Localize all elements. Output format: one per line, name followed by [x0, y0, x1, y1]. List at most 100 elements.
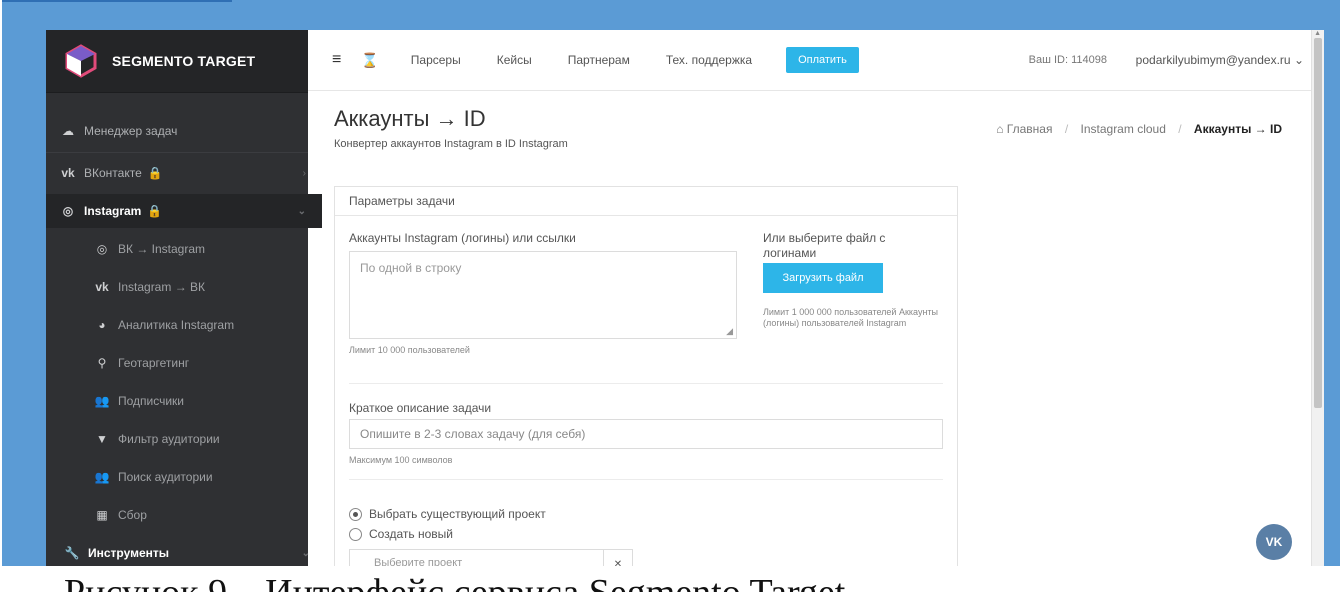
nav-link-partners[interactable]: Партнерам [568, 53, 630, 67]
nav-link-cases[interactable]: Кейсы [497, 53, 532, 67]
vk-chat-widget-button[interactable]: VK [1256, 524, 1292, 560]
instagram-icon: ◎ [96, 242, 108, 256]
sidebar-item-subscribers[interactable]: 👥 Подписчики [46, 384, 356, 418]
figure-caption: Рисунок 9 – Интерфейс сервиса Segmento T… [64, 568, 845, 592]
brand[interactable]: SEGMENTO TARGET [46, 30, 308, 93]
sidebar-item-instagram-to-vk[interactable]: vk Instagram → ВК [46, 270, 356, 304]
task-parameters-panel: Параметры задачи Аккаунты Instagram (лог… [334, 186, 958, 566]
sidebar-item-label: ВКонтакте [84, 166, 142, 180]
scroll-up-arrow-icon[interactable]: ▲ [1314, 30, 1321, 37]
accounts-hint: Лимит 10 000 пользователей [349, 345, 470, 355]
sidebar-item-instagram-analytics[interactable]: ◕ Аналитика Instagram [46, 308, 356, 342]
pay-button[interactable]: Оплатить [786, 47, 859, 73]
sidebar-item-label: Instagram [84, 204, 142, 218]
users-icon: 👥 [94, 470, 110, 484]
page-subtitle: Конвертер аккаунтов Instagram в ID Insta… [334, 138, 568, 150]
breadcrumb: ⌂ Главная / Instagram cloud / Аккаунты →… [996, 122, 1282, 136]
description-label: Краткое описание задачи [349, 401, 492, 415]
chevron-down-icon: ⌄ [301, 547, 310, 559]
description-input[interactable]: Опишите в 2-3 словах задачу (для себя) [349, 419, 943, 449]
accounts-label: Аккаунты Instagram (логины) или ссылки [349, 231, 576, 245]
sidebar-item-label: Подписчики [118, 394, 185, 408]
accounts-textarea[interactable]: По одной в строку ◢ [349, 251, 737, 339]
wrench-icon: 🔧 [64, 546, 80, 560]
user-id: Ваш ID: 114098 [1028, 54, 1107, 66]
instagram-icon: ◎ [62, 204, 74, 218]
radio-new-project[interactable]: Создать новый [349, 527, 453, 541]
divider [349, 479, 943, 480]
panel-title: Параметры задачи [335, 187, 957, 216]
brand-name: SEGMENTO TARGET [112, 53, 256, 69]
hamburger-menu-icon[interactable]: ≡ [332, 51, 341, 69]
sidebar: SEGMENTO TARGET ☁ Менеджер задач vk ВКон… [46, 30, 340, 566]
chevron-down-icon: ⌄ [1293, 53, 1304, 67]
nav-link-support[interactable]: Тех. поддержка [666, 53, 752, 67]
breadcrumb-home[interactable]: Главная [1007, 122, 1053, 136]
sidebar-item-tools[interactable]: 🔧 Инструменты ⌄ [46, 536, 326, 566]
file-label: Или выберите файл с логинами [763, 231, 886, 260]
figure-frame: SEGMENTO TARGET ☁ Менеджер задач vk ВКон… [2, 0, 1340, 566]
breadcrumb-separator: / [1064, 122, 1069, 136]
vk-icon: vk [61, 166, 75, 180]
sidebar-item-label: Фильтр аудитории [118, 432, 220, 446]
chevron-down-icon: ⌄ [297, 205, 306, 217]
segmento-logo-icon [65, 44, 97, 78]
home-icon: ⌂ [996, 122, 1007, 136]
sidebar-item-vk-to-instagram[interactable]: ◎ ВК → Instagram [46, 232, 356, 266]
app-window: SEGMENTO TARGET ☁ Менеджер задач vk ВКон… [46, 30, 1324, 566]
sidebar-item-label: ВК → Instagram [118, 242, 206, 256]
breadcrumb-separator: / [1178, 122, 1182, 136]
hourglass-icon[interactable]: ⌛ [361, 52, 378, 69]
breadcrumb-current: Аккаунты → ID [1193, 122, 1282, 136]
sidebar-divider [46, 152, 308, 153]
nav-link-parsers[interactable]: Парсеры [411, 53, 461, 67]
radio-new-label: Создать новый [369, 527, 453, 541]
frame-top-line [2, 0, 232, 2]
cubes-icon: ▦ [96, 508, 108, 522]
lock-icon: 🔒 [147, 166, 163, 180]
sidebar-item-label: Поиск аудитории [118, 470, 213, 484]
scrollbar-thumb[interactable] [1314, 38, 1322, 408]
sidebar-item-label: Геотаргетинг [118, 356, 190, 370]
chevron-right-icon: › [302, 167, 306, 179]
radio-checked-icon[interactable] [349, 507, 362, 521]
sidebar-item-label: Instagram → ВК [118, 280, 206, 294]
scrollbar[interactable]: ▲ [1311, 30, 1324, 566]
sidebar-item-collection[interactable]: ▦ Сбор › [46, 498, 356, 532]
map-pin-icon: ⚲ [97, 356, 107, 370]
radio-existing-label: Выбрать существующий проект [369, 507, 546, 521]
top-navbar: ≡ ⌛ Парсеры Кейсы Партнерам Тех. поддерж… [308, 30, 1312, 91]
sidebar-item-instagram[interactable]: ◎ Instagram 🔒 ⌄ [46, 194, 322, 228]
sidebar-item-geotargeting[interactable]: ⚲ Геотаргетинг [46, 346, 356, 380]
page-title: Аккаунты → ID [334, 106, 486, 131]
description-placeholder: Опишите в 2-3 словах задачу (для себя) [360, 427, 586, 441]
radio-unchecked-icon[interactable] [349, 527, 362, 541]
sidebar-item-task-manager[interactable]: ☁ Менеджер задач [46, 114, 322, 148]
sidebar-item-audience-search[interactable]: 👥 Поиск аудитории [46, 460, 356, 494]
accounts-placeholder: По одной в строку [360, 261, 462, 275]
description-hint: Максимум 100 символов [349, 455, 453, 465]
upload-file-button[interactable]: Загрузить файл [763, 263, 883, 293]
divider [349, 383, 943, 384]
sidebar-item-label: Менеджер задач [84, 124, 178, 138]
cloud-icon: ☁ [62, 124, 74, 138]
project-select-value: Выберите проект [374, 557, 463, 566]
file-hint: Лимит 1 000 000 пользователей Аккаунты (… [763, 307, 939, 328]
sidebar-item-audience-filter[interactable]: ▼ Фильтр аудитории [46, 422, 356, 456]
sidebar-item-label: Сбор [118, 508, 147, 522]
vk-icon: vk [95, 280, 109, 294]
resize-handle-icon[interactable]: ◢ [726, 326, 733, 337]
project-select[interactable]: Выберите проект ✕ [349, 549, 633, 566]
breadcrumb-instagram-cloud[interactable]: Instagram cloud [1081, 122, 1166, 136]
pie-chart-icon: ◕ [98, 318, 106, 332]
sidebar-item-label: Инструменты [88, 546, 170, 560]
lock-icon: 🔒 [147, 204, 163, 218]
sidebar-item-label: Аналитика Instagram [118, 318, 235, 332]
radio-existing-project[interactable]: Выбрать существующий проект [349, 507, 546, 521]
filter-icon: ▼ [96, 432, 108, 446]
users-icon: 👥 [94, 394, 110, 408]
sidebar-item-vkontakte[interactable]: vk ВКонтакте 🔒 › [46, 156, 322, 190]
user-email: podarkilyubimym@yandex.ru [1135, 53, 1291, 67]
close-icon[interactable]: ✕ [603, 550, 632, 566]
user-menu[interactable]: podarkilyubimym@yandex.ru ⌄ [1136, 53, 1304, 67]
